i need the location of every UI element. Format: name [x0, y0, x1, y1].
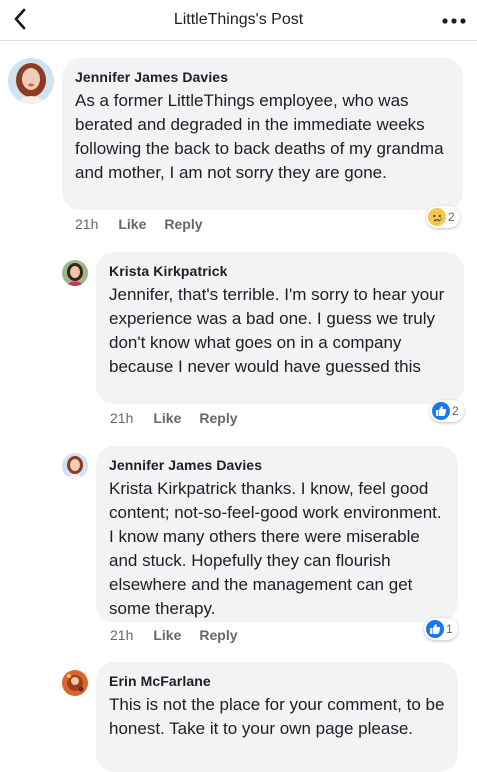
comment-author[interactable]: Jennifer James Davies [75, 69, 451, 85]
avatar[interactable] [8, 58, 54, 104]
avatar[interactable] [62, 260, 88, 286]
comment-author[interactable]: Jennifer James Davies [109, 457, 446, 473]
like-button[interactable]: Like [153, 410, 181, 426]
comment-actions: 21h Like Reply [110, 410, 256, 426]
like-button[interactable]: Like [153, 627, 181, 643]
comment-author[interactable]: Krista Kirkpatrick [109, 263, 452, 279]
comment-time[interactable]: 21h [110, 627, 133, 643]
comment-actions: 21h Like Reply [110, 627, 256, 643]
like-reaction-icon [426, 620, 444, 638]
reaction-number: 2 [448, 210, 455, 224]
more-options-button[interactable] [441, 4, 467, 40]
comment-bubble[interactable]: Jennifer James Davies As a former Little… [62, 58, 463, 210]
comment-text: Krista Kirkpatrick thanks. I know, feel … [109, 479, 442, 618]
reply-button[interactable]: Reply [199, 410, 237, 426]
comment-time[interactable]: 21h [75, 216, 98, 232]
comment-text: As a former LittleThings employee, who w… [75, 91, 444, 182]
comment-bubble[interactable]: Krista Kirkpatrick Jennifer, that's terr… [96, 252, 464, 404]
like-reaction-icon [432, 402, 450, 420]
sad-reaction-icon [428, 208, 446, 226]
reaction-number: 2 [452, 404, 459, 418]
avatar[interactable] [62, 453, 88, 479]
reaction-count[interactable]: 2 [426, 206, 460, 228]
reaction-count[interactable]: 1 [424, 618, 458, 640]
comment-bubble[interactable]: Jennifer James Davies Krista Kirkpatrick… [96, 446, 458, 622]
reply-button[interactable]: Reply [164, 216, 202, 232]
comment-time[interactable]: 21h [110, 410, 133, 426]
reply-button[interactable]: Reply [199, 627, 237, 643]
comment-actions: 21h Like Reply [75, 216, 221, 232]
top-navigation-bar: LittleThings's Post [0, 0, 477, 41]
reaction-number: 1 [446, 622, 453, 636]
avatar[interactable] [62, 670, 88, 696]
comment-bubble[interactable]: Erin McFarlane This is not the place for… [96, 662, 458, 772]
more-options-icon [442, 18, 466, 24]
comment-text: This is not the place for your comment, … [109, 695, 445, 738]
comment-text: Jennifer, that's terrible. I'm sorry to … [109, 285, 445, 376]
like-button[interactable]: Like [118, 216, 146, 232]
page-title: LittleThings's Post [173, 11, 304, 28]
comment-author[interactable]: Erin McFarlane [109, 673, 446, 689]
reaction-count[interactable]: 2 [430, 400, 464, 422]
